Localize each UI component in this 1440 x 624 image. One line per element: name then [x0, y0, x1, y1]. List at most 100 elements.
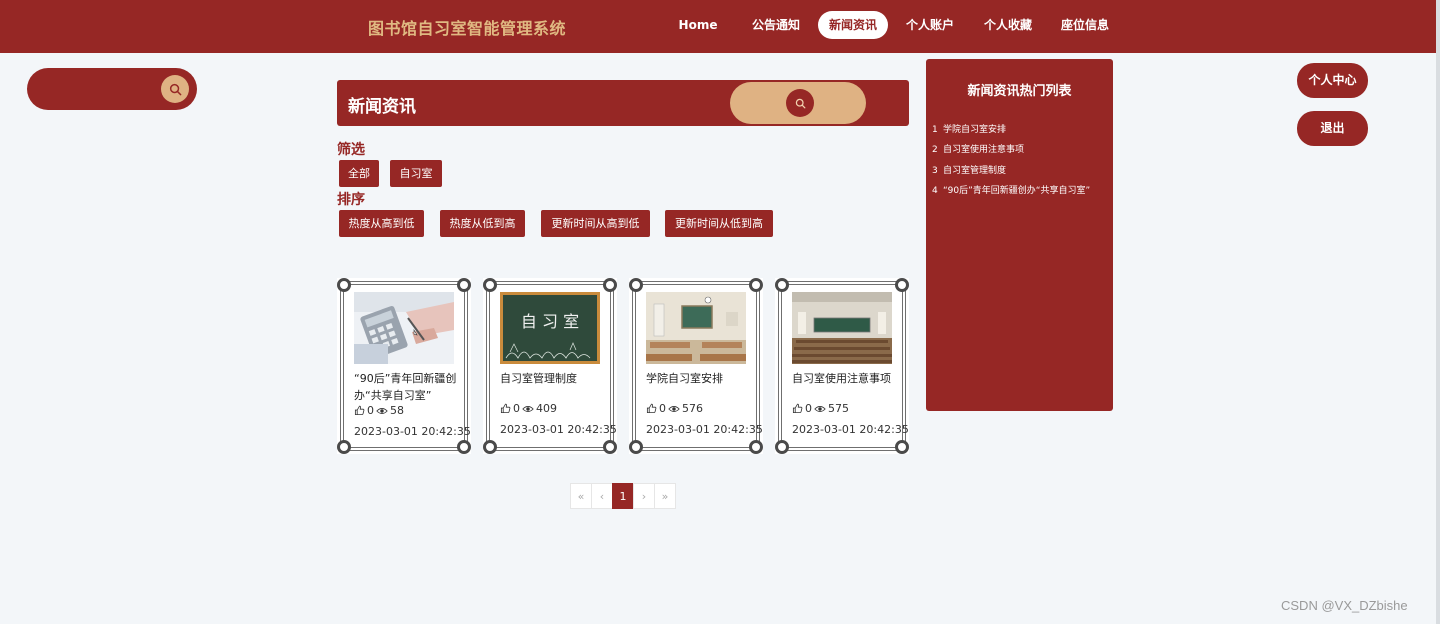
corner-ornament [337, 278, 351, 292]
pagination-last[interactable]: » [654, 483, 676, 509]
eye-icon [522, 405, 534, 412]
left-search-button[interactable] [161, 75, 189, 103]
sort-time-desc-button[interactable]: 更新时间从高到低 [541, 210, 650, 237]
pagination-page-1[interactable]: 1 [612, 483, 634, 509]
logout-button[interactable]: 退出 [1297, 111, 1368, 146]
news-thumbnail-classroom[interactable] [646, 292, 746, 364]
left-search-input[interactable] [43, 79, 171, 99]
corner-ornament [629, 440, 643, 454]
news-card-stats: 0 575 [792, 402, 849, 415]
news-card-date: 2023-03-01 20:42:35 [354, 425, 471, 438]
search-icon [169, 83, 181, 95]
corner-ornament [337, 440, 351, 454]
hot-news-item-title[interactable]: 自习室管理制度 [943, 166, 1006, 176]
thumbs-up-icon[interactable] [792, 403, 803, 414]
corner-ornament [457, 440, 471, 454]
news-card-stats: 0 58 [354, 404, 404, 417]
pagination-first[interactable]: « [570, 483, 592, 509]
news-section-title: 新闻资讯 [348, 97, 416, 117]
hot-news-item[interactable]: 1 学院自习室安排 [932, 122, 1108, 135]
hot-news-item-title[interactable]: “90后”青年回新疆创办“共享自习室” [943, 186, 1090, 196]
corner-ornament [749, 278, 763, 292]
corner-ornament [775, 278, 789, 292]
filter-all-button[interactable]: 全部 [339, 160, 379, 187]
hot-news-rank: 1 [932, 125, 938, 135]
view-count: 409 [536, 402, 557, 415]
hot-news-item-title[interactable]: 自习室使用注意事项 [943, 145, 1024, 155]
news-card-date: 2023-03-01 20:42:35 [500, 423, 617, 436]
corner-ornament [895, 440, 909, 454]
like-count: 0 [513, 402, 520, 415]
svg-text:自 习 室: 自 习 室 [521, 312, 579, 331]
corner-ornament [483, 440, 497, 454]
watermark: CSDN @VX_DZbishe [1281, 598, 1408, 613]
news-thumbnail-lecture-hall[interactable] [792, 292, 892, 364]
news-header-bar: 新闻资讯 [337, 80, 909, 126]
eye-icon [668, 405, 680, 412]
news-card-title[interactable]: “90后”青年回新疆创办“共享自习室” [354, 370, 464, 404]
hot-news-title: 新闻资讯热门列表 [967, 84, 1072, 99]
nav-notices[interactable]: 公告通知 [744, 11, 808, 39]
thumbs-up-icon[interactable] [500, 403, 511, 414]
corner-ornament [895, 278, 909, 292]
eye-icon [376, 407, 388, 414]
news-search-button[interactable] [786, 89, 814, 117]
sort-hot-desc-button[interactable]: 热度从高到低 [339, 210, 424, 237]
nav-home[interactable]: Home [672, 11, 724, 39]
nav-favorites[interactable]: 个人收藏 [976, 11, 1040, 39]
news-card-title[interactable]: 学院自习室安排 [646, 370, 756, 387]
corner-ornament [775, 440, 789, 454]
hot-news-rank: 3 [932, 166, 938, 176]
hot-news-panel: 新闻资讯热门列表 1 学院自习室安排 2 自习室使用注意事项 3 自习室管理制度 4 “… [926, 59, 1113, 411]
nav-account[interactable]: 个人账户 [898, 11, 962, 39]
hot-news-rank: 4 [932, 186, 938, 196]
nav-news[interactable]: 新闻资讯 [818, 11, 888, 39]
thumbs-up-icon[interactable] [646, 403, 657, 414]
news-thumbnail-chalkboard[interactable]: 自 习 室 [500, 292, 600, 364]
news-card-stats: 0 576 [646, 402, 703, 415]
sort-time-asc-button[interactable]: 更新时间从低到高 [665, 210, 773, 237]
news-search-box [730, 82, 866, 124]
corner-ornament [483, 278, 497, 292]
corner-ornament [603, 278, 617, 292]
scrollbar-track[interactable] [1436, 0, 1440, 624]
corner-ornament [603, 440, 617, 454]
news-card-date: 2023-03-01 20:42:35 [646, 423, 763, 436]
corner-ornament [629, 278, 643, 292]
view-count: 58 [390, 404, 404, 417]
news-card-date: 2023-03-01 20:42:35 [792, 423, 909, 436]
thumbs-up-icon[interactable] [354, 405, 365, 416]
news-card-title[interactable]: 自习室使用注意事项 [792, 370, 902, 387]
view-count: 576 [682, 402, 703, 415]
filter-label: 筛选 [337, 142, 365, 158]
like-count: 0 [659, 402, 666, 415]
news-card[interactable]: 自习室使用注意事项 0 575 2023-03-01 20:42:35 [775, 278, 909, 454]
search-icon [795, 98, 805, 108]
top-nav-bar: 图书馆自习室智能管理系统 Home 公告通知 新闻资讯 个人账户 个人收藏 座位… [0, 0, 1436, 53]
nav-seats[interactable]: 座位信息 [1053, 11, 1117, 39]
hot-news-item[interactable]: 4 “90后”青年回新疆创办“共享自习室” [932, 183, 1102, 196]
news-card[interactable]: 学院自习室安排 0 576 2023-03-01 20:42:35 [629, 278, 763, 454]
news-thumbnail-calculator[interactable] [354, 292, 454, 364]
personal-center-button[interactable]: 个人中心 [1297, 63, 1368, 98]
news-card[interactable]: 自 习 室 自习室管理制度 0 409 2023-03-01 20:42:35 [483, 278, 617, 454]
news-card-stats: 0 409 [500, 402, 557, 415]
like-count: 0 [367, 404, 374, 417]
eye-icon [814, 405, 826, 412]
like-count: 0 [805, 402, 812, 415]
sort-hot-asc-button[interactable]: 热度从低到高 [440, 210, 525, 237]
news-search-input[interactable] [744, 94, 784, 112]
hot-news-item[interactable]: 2 自习室使用注意事项 [932, 142, 1108, 155]
site-title[interactable]: 图书馆自习室智能管理系统 [368, 15, 566, 39]
corner-ornament [749, 440, 763, 454]
hot-news-item[interactable]: 3 自习室管理制度 [932, 163, 1108, 176]
filter-study-room-button[interactable]: 自习室 [390, 160, 442, 187]
corner-ornament [457, 278, 471, 292]
news-card[interactable]: “90后”青年回新疆创办“共享自习室” 0 58 2023-03-01 20:4… [337, 278, 471, 454]
sort-label: 排序 [337, 192, 365, 208]
view-count: 575 [828, 402, 849, 415]
hot-news-item-title[interactable]: 学院自习室安排 [943, 125, 1006, 135]
pagination-next[interactable]: › [633, 483, 655, 509]
news-card-title[interactable]: 自习室管理制度 [500, 370, 610, 387]
pagination-prev[interactable]: ‹ [591, 483, 613, 509]
